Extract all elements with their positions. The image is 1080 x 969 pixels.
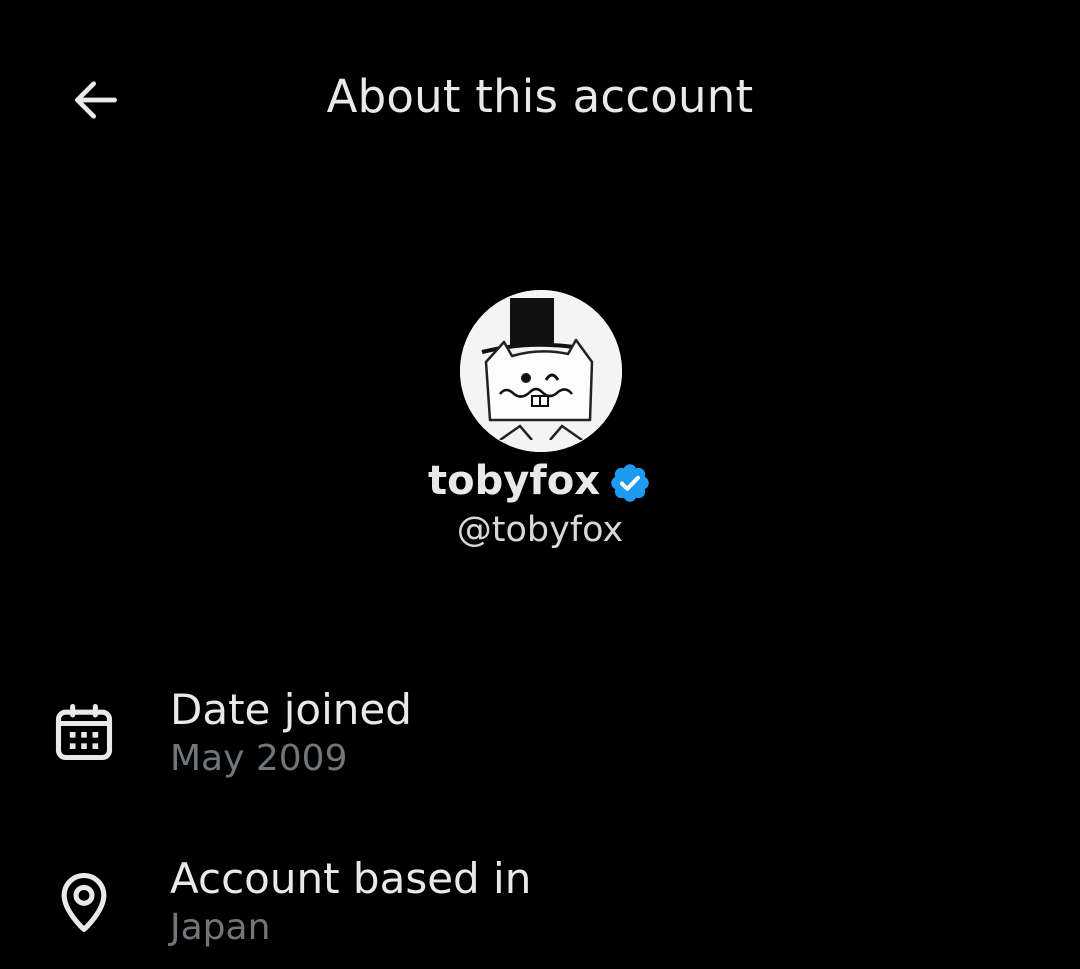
verified-badge-icon (611, 464, 649, 502)
info-row-account-based-in: Account based in Japan (0, 849, 1080, 969)
date-joined-value: May 2009 (170, 738, 348, 779)
page-title: About this account (326, 70, 754, 123)
info-row-date-joined: Date joined May 2009 (0, 680, 1080, 800)
about-account-screen: About this account tobyfox @tobyfox Date… (0, 0, 1080, 969)
date-joined-label: Date joined (170, 685, 412, 734)
display-name: tobyfox (428, 458, 600, 504)
calendar-icon (50, 698, 118, 766)
account-based-in-value: Japan (170, 907, 271, 948)
location-pin-icon (50, 867, 118, 935)
avatar[interactable] (460, 290, 622, 452)
display-name-row: tobyfox (0, 453, 1080, 509)
account-based-in-label: Account based in (170, 854, 532, 903)
cat-with-top-hat-avatar (460, 290, 622, 452)
username-handle: @tobyfox (456, 510, 624, 550)
top-app-bar: About this account (0, 0, 1080, 200)
